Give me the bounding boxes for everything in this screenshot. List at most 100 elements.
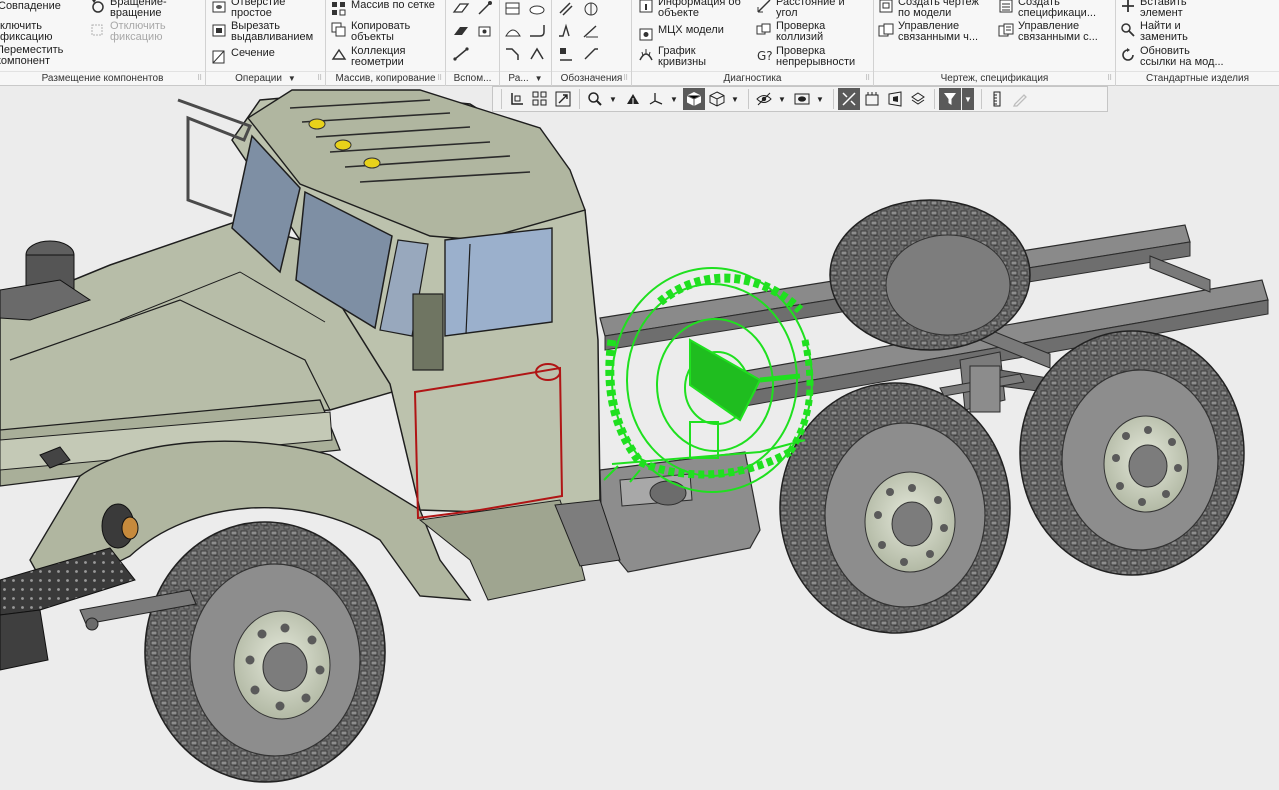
model-viewport[interactable] xyxy=(0,86,1279,790)
filter-dropdown-chevron-down-icon[interactable]: ▼ xyxy=(962,88,974,110)
update-links-button[interactable]: Обновить ссылки на мод... xyxy=(1120,46,1224,68)
insert-icon xyxy=(1122,0,1134,12)
disable-fixation-button[interactable]: Отключить фиксацию xyxy=(90,21,166,43)
grid-array-button[interactable]: Массив по сетке xyxy=(331,0,435,17)
distance-icon xyxy=(757,0,771,13)
rotate-view-button[interactable] xyxy=(622,88,644,110)
grip-icon: ⠿ xyxy=(317,75,323,82)
line-icon[interactable] xyxy=(452,45,470,63)
axis-icon[interactable] xyxy=(476,0,494,18)
normal-to-icon xyxy=(511,93,523,105)
mass-properties-button[interactable]: МЦХ модели xyxy=(638,25,724,42)
wireframe-cube-icon xyxy=(709,91,725,107)
rotate-component-icon xyxy=(92,0,104,13)
mass-properties-icon xyxy=(639,28,653,41)
front-wheel[interactable] xyxy=(144,521,386,783)
layout-icon[interactable] xyxy=(504,0,522,18)
plane-offset-icon[interactable] xyxy=(452,22,470,40)
group-label-operations: Операции ▼ xyxy=(206,71,325,85)
shell-icon[interactable] xyxy=(504,22,522,40)
measure-button[interactable] xyxy=(986,88,1008,110)
continuity-icon: G? xyxy=(757,49,772,63)
zoom-window-button[interactable] xyxy=(552,88,574,110)
axes-icon xyxy=(649,93,663,105)
base-icon[interactable] xyxy=(557,45,575,63)
orientation-button[interactable] xyxy=(645,88,667,110)
copy-objects-button[interactable]: Копировать объекты xyxy=(331,21,410,43)
simple-hole-button[interactable]: Отверстие простое xyxy=(211,0,285,19)
wireframe-display-button[interactable] xyxy=(706,88,728,110)
eye-hide-icon xyxy=(756,92,772,106)
edit-button-disabled[interactable] xyxy=(1009,88,1031,110)
plane-icon[interactable] xyxy=(452,0,470,18)
curvature-icon xyxy=(639,49,653,61)
rear-wheel-middle[interactable] xyxy=(779,382,1011,634)
orientation-dropdown-chevron-down-icon[interactable]: ▼ xyxy=(668,88,680,110)
chevron-down-icon[interactable]: ▼ xyxy=(535,74,543,83)
toolbar-separator xyxy=(833,89,834,109)
include-fixation-button[interactable]: ключить фиксацию xyxy=(0,21,52,43)
rear-wheel-far[interactable] xyxy=(829,199,1031,351)
tolerance-icon[interactable] xyxy=(582,22,600,40)
manage-linked-drawings-button[interactable]: Управление связанными ч... xyxy=(878,21,978,43)
layers-button[interactable] xyxy=(907,88,929,110)
hide-dropdown-chevron-down-icon[interactable]: ▼ xyxy=(776,88,788,110)
move-component-button[interactable]: Переместить компонент xyxy=(0,45,63,67)
shaded-display-button[interactable] xyxy=(683,88,705,110)
geometry-collection-button[interactable]: Коллекция геометрии xyxy=(331,46,405,68)
linked-drawings-icon xyxy=(878,23,894,37)
find-replace-icon xyxy=(1121,23,1135,37)
roughness-icon[interactable] xyxy=(557,22,575,40)
collision-check-button[interactable]: Проверка коллизий xyxy=(756,21,825,43)
distance-angle-button[interactable]: Расстояние и угол xyxy=(756,0,845,19)
normal-to-button[interactable] xyxy=(506,88,528,110)
layers-icon xyxy=(911,92,925,105)
filter-button[interactable] xyxy=(939,88,961,110)
ribbon: Совпадение ключить фиксацию Переместить ко… xyxy=(0,0,1279,86)
coincide-button[interactable]: Совпадение xyxy=(0,1,61,12)
thread-icon[interactable] xyxy=(557,0,575,18)
visibility-dropdown-chevron-down-icon[interactable]: ▼ xyxy=(814,88,826,110)
chevron-down-icon[interactable]: ▼ xyxy=(288,74,296,83)
curvature-graph-button[interactable]: График кривизны xyxy=(638,46,706,68)
insert-element-button[interactable]: Вставить элемент xyxy=(1120,0,1187,19)
group-label-placement: Размещение компонентов xyxy=(0,71,205,85)
rotate-move-button[interactable]: Вращение-вращение xyxy=(90,0,167,19)
fillet-icon[interactable] xyxy=(528,22,546,40)
toolbar-separator xyxy=(981,89,982,109)
perspective-button[interactable] xyxy=(884,88,906,110)
lcs-icon[interactable] xyxy=(476,22,494,40)
leader-icon[interactable] xyxy=(582,45,600,63)
show-all-button[interactable] xyxy=(529,88,551,110)
group-label-array: Массив, копирование xyxy=(326,71,445,85)
section-view-button[interactable] xyxy=(861,88,883,110)
rear-wheel-last[interactable] xyxy=(1019,330,1245,576)
object-info-button[interactable]: Информация об объекте xyxy=(638,0,741,19)
constraints-display-button[interactable] xyxy=(838,88,860,110)
zoom-dropdown-chevron-down-icon[interactable]: ▼ xyxy=(607,88,619,110)
zoom-button[interactable] xyxy=(584,88,606,110)
hide-button[interactable] xyxy=(753,88,775,110)
view-toolbar: ▼ ▼ ▼ ▼ ▼ ▼ xyxy=(492,86,1108,112)
toolbar-separator xyxy=(579,89,580,109)
truck-model-scene[interactable] xyxy=(0,86,1279,790)
position-icon[interactable] xyxy=(582,0,600,18)
create-spec-button[interactable]: Создать спецификаци... xyxy=(998,0,1096,19)
continuity-check-button[interactable]: G? Проверка непрерывности xyxy=(756,46,855,68)
create-drawing-button[interactable]: Создать чертеж по модели xyxy=(878,0,979,19)
rib-icon[interactable] xyxy=(528,45,546,63)
ruler-icon xyxy=(993,91,1001,107)
find-replace-button[interactable]: Найти и заменить xyxy=(1120,21,1188,43)
surface-icon[interactable] xyxy=(528,0,546,18)
group-label-ra: Ра... ▼ xyxy=(500,71,551,85)
grip-icon: ⠿ xyxy=(865,75,871,82)
group-label-designations: Обозначения xyxy=(552,71,631,85)
manage-linked-specs-button[interactable]: Управление связанными с... xyxy=(998,21,1098,43)
linked-specs-icon xyxy=(998,23,1014,37)
chamfer-icon[interactable] xyxy=(504,45,522,63)
extrude-cut-button[interactable]: Вырезать выдавливанием xyxy=(211,21,313,43)
section-button[interactable]: Сечение xyxy=(211,48,275,65)
visibility-button[interactable] xyxy=(791,88,813,110)
display-dropdown-chevron-down-icon[interactable]: ▼ xyxy=(729,88,741,110)
collision-icon xyxy=(756,23,771,35)
